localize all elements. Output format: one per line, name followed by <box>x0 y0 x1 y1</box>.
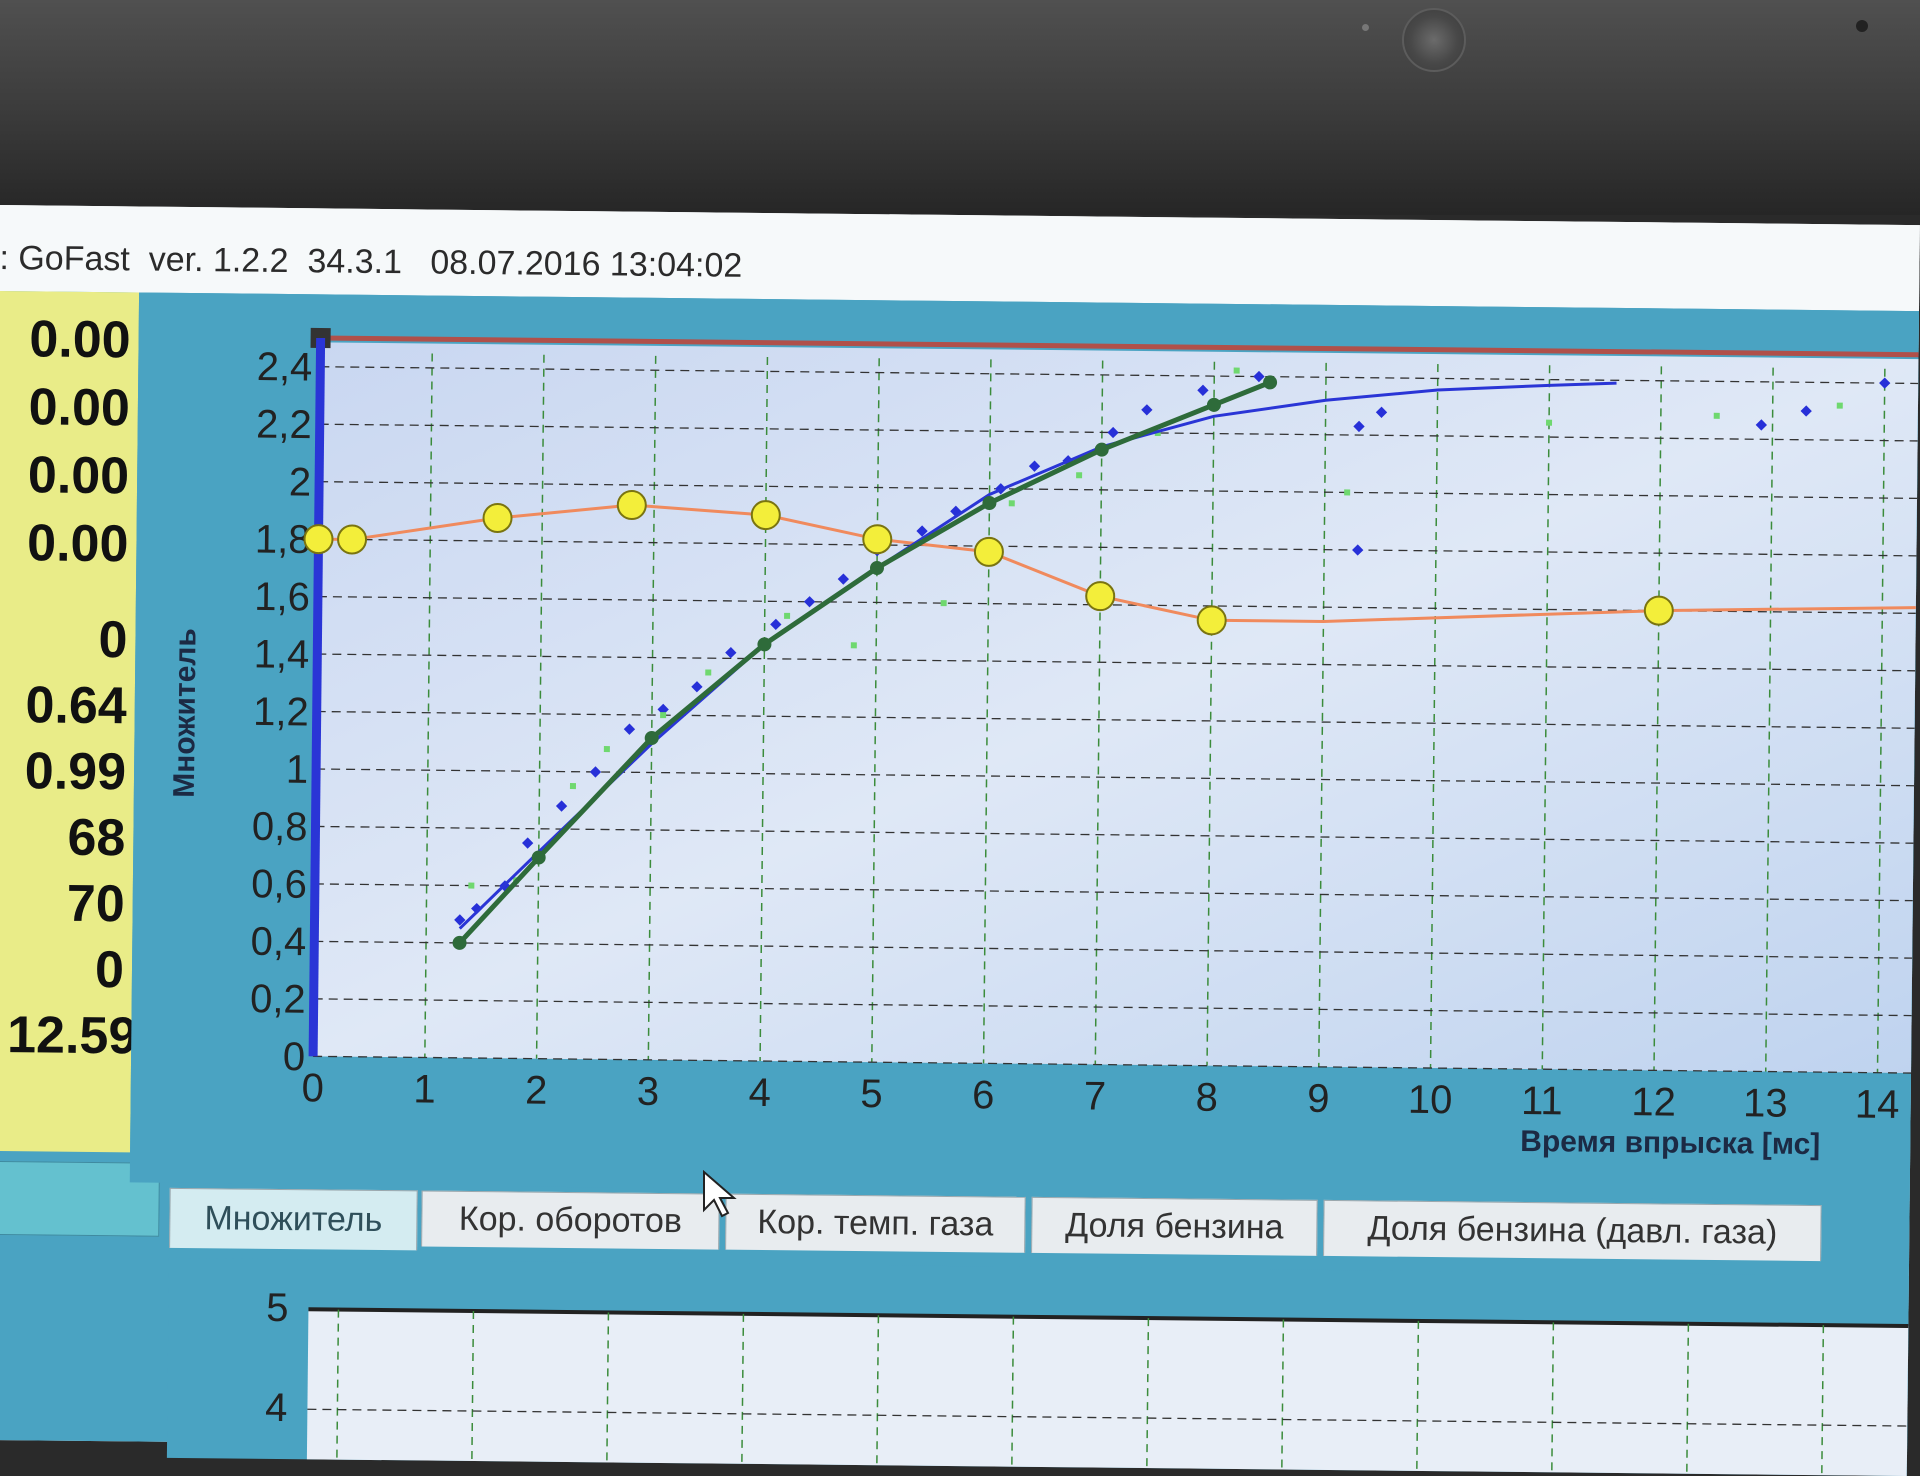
control-point <box>862 524 893 555</box>
camera-icon <box>1402 8 1466 72</box>
scatter-point-green <box>603 746 610 753</box>
readout-value: 0.00 <box>29 310 131 370</box>
app-window: : GoFast ver. 1.2.2 34.3.1 08.07.2016 13… <box>0 205 1920 1476</box>
readout-value: 0 <box>98 611 128 670</box>
secondary-y-tick-label: 4 <box>265 1386 288 1430</box>
scatter-point-green <box>1344 489 1351 496</box>
tab-strip: Множитель Кор. оборотов Кор. темп. газа … <box>169 1187 1910 1266</box>
y-tick-label: 2,2 <box>256 403 312 448</box>
x-tick-label: 6 <box>972 1073 995 1117</box>
x-tick-label: 7 <box>1084 1074 1107 1118</box>
scatter-point-green <box>1233 367 1240 374</box>
control-point <box>616 490 647 521</box>
multiplier-chart-panel: 0 1 2 3 4 5 6 7 8 9 10 11 12 13 14 0 0,2 0,4 0,6 0,8 1 1,2 1,4… <box>129 292 1919 1202</box>
control-point <box>1085 581 1116 612</box>
y-tick-label: 1 <box>286 748 309 792</box>
y-tick-label: 0,2 <box>250 977 306 1022</box>
main-area: 0.00 0.00 0.00 0.00 0 0.64 0.99 68 70 0 … <box>0 290 1919 1476</box>
tab-rpm-correction[interactable]: Кор. оборотов <box>421 1190 720 1250</box>
tab-multiplier[interactable]: Множитель <box>169 1187 418 1251</box>
y-axis-label: Множитель <box>168 628 203 798</box>
x-tick-label: 4 <box>748 1071 771 1115</box>
y-tick-label: 1,2 <box>253 690 309 735</box>
y-tick-label: 0,6 <box>251 862 307 907</box>
secondary-plot-area <box>306 1309 1909 1476</box>
scatter-point-green <box>705 669 712 676</box>
scatter-point-green <box>1546 419 1553 426</box>
scatter-point-green <box>660 712 667 719</box>
scatter-point-green <box>468 882 475 889</box>
scatter-point-green <box>1836 402 1843 409</box>
y-tick-label: 0 <box>283 1035 306 1079</box>
control-point <box>973 536 1004 567</box>
y-tick-label: 1,6 <box>254 575 310 620</box>
x-tick-label: 13 <box>1743 1081 1788 1125</box>
y-tick-label: 1,4 <box>253 632 309 677</box>
secondary-chart-panel: 54 <box>166 1257 1909 1476</box>
x-tick-label: 12 <box>1631 1080 1676 1124</box>
scatter-point-green <box>784 612 791 619</box>
tab-gas-temp-correction[interactable]: Кор. темп. газа <box>725 1193 1026 1253</box>
readout-value: 0 <box>94 941 125 1000</box>
readout-value: 12.59 <box>6 1006 138 1066</box>
x-tick-label: 2 <box>525 1069 548 1113</box>
tab-petrol-share-gas-pressure[interactable]: Доля бензина (давл. газа) <box>1323 1199 1822 1262</box>
control-point <box>303 524 334 555</box>
control-point <box>1643 595 1674 626</box>
readout-value: 68 <box>67 808 126 868</box>
scatter-point-green <box>569 783 576 790</box>
control-point <box>482 503 513 534</box>
y-tick-label: 0,4 <box>250 920 306 965</box>
x-tick-label: 1 <box>413 1067 436 1111</box>
x-axis-label: Время впрыска [мс] <box>1520 1125 1820 1161</box>
readout-panel: 0.00 0.00 0.00 0.00 0 0.64 0.99 68 70 0 … <box>0 290 140 1153</box>
monitor-bezel <box>0 0 1920 215</box>
readout-value: 0.00 <box>27 446 130 506</box>
window-title: : GoFast ver. 1.2.2 34.3.1 08.07.2016 13… <box>0 238 743 285</box>
sensor-icon <box>1856 20 1868 32</box>
x-tick-label: 5 <box>860 1072 883 1116</box>
y-tick-label: 2,4 <box>256 345 312 390</box>
y-tick-label: 1,8 <box>255 517 311 562</box>
multiplier-chart[interactable]: 0 1 2 3 4 5 6 7 8 9 10 11 12 13 1400,20,40,60,811,21,4… <box>130 292 1919 1201</box>
scatter-point-green <box>1713 412 1720 419</box>
readout-value: 0.00 <box>28 378 131 438</box>
tab-petrol-share[interactable]: Доля бензина <box>1031 1196 1318 1256</box>
secondary-y-tick-label: 5 <box>266 1286 289 1330</box>
x-tick-label: 9 <box>1307 1077 1330 1121</box>
x-tick-label: 3 <box>637 1070 660 1114</box>
readout-value: 0.64 <box>25 676 128 736</box>
readout-value: 70 <box>66 874 125 934</box>
y-tick-label: 2 <box>289 460 312 504</box>
control-point <box>1196 605 1227 636</box>
mouse-cursor-icon <box>703 1170 737 1218</box>
x-tick-label: 11 <box>1521 1079 1563 1123</box>
plot-area <box>313 342 1919 1074</box>
readout-value: 0.00 <box>26 514 129 574</box>
secondary-chart[interactable]: 54 <box>167 1258 1909 1476</box>
x-tick-label: 14 <box>1855 1082 1900 1126</box>
control-point <box>750 500 781 531</box>
scatter-point-green <box>1008 500 1015 507</box>
control-point <box>337 524 368 555</box>
scatter-point-green <box>940 600 947 607</box>
readout-value: 0.99 <box>24 742 127 802</box>
scatter-point-green <box>850 642 857 649</box>
x-tick-label: 8 <box>1195 1076 1218 1120</box>
y-tick-label: 0,8 <box>252 805 308 850</box>
sensor-dot <box>1362 24 1369 31</box>
x-tick-label: 10 <box>1408 1078 1453 1122</box>
scatter-point-green <box>1076 472 1083 479</box>
